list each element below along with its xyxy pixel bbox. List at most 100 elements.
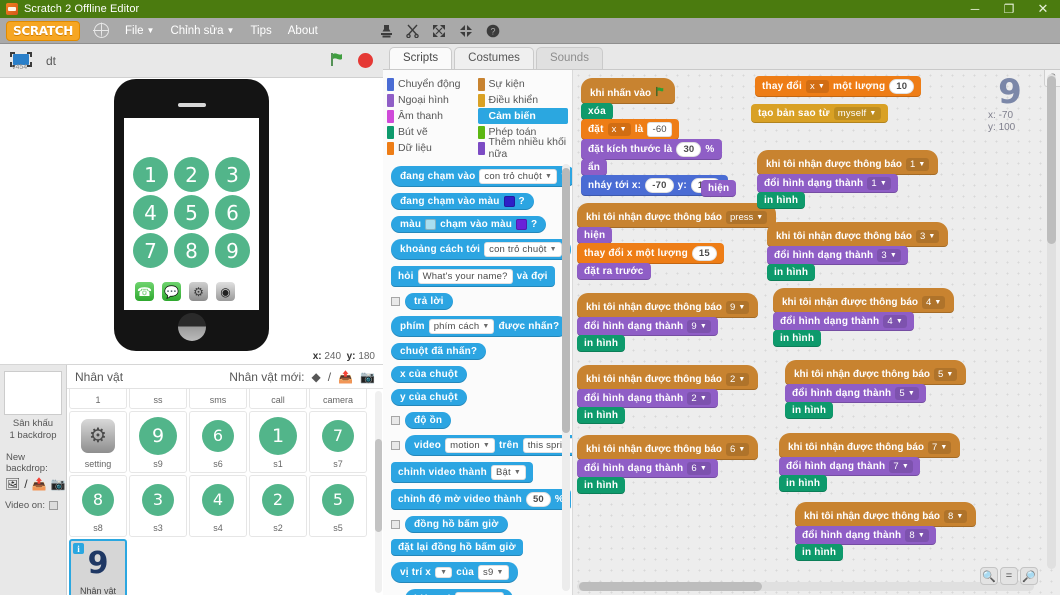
script-block-looks[interactable]: đổi hình dạng thành 4 ▼ [773, 312, 914, 331]
menu-tips[interactable]: Tips [250, 25, 271, 37]
tab-scripts[interactable]: Scripts [389, 47, 453, 69]
green-flag-icon[interactable] [329, 51, 346, 71]
script-block-data[interactable]: thay đổi x ▼ một lượng 10 [755, 76, 922, 97]
palette-block-loudness[interactable]: độ ồn [405, 412, 452, 429]
maximize-button[interactable]: ❐ [992, 0, 1026, 18]
script-block-events[interactable]: khi tôi nhận được thông báo 4 ▼ [773, 288, 955, 313]
keypad-key[interactable]: 2 [174, 157, 209, 192]
script-block-events[interactable]: khi tôi nhận được thông báo 3 ▼ [767, 222, 949, 247]
block-dropdown[interactable]: 2 ▼ [726, 373, 750, 386]
sprite-grid[interactable]: 1 ss sms call camera ⚙ setting 9 s9 6 s6… [67, 389, 383, 595]
script-block-looks[interactable]: đổi hình dạng thành 3 ▼ [767, 246, 908, 265]
small-stage-icon[interactable]: v454 [10, 51, 32, 71]
block-dropdown[interactable]: s9 ▼ [478, 565, 509, 580]
category-sensing[interactable]: Cảm biến [477, 108, 568, 124]
camera-icon[interactable]: 📷 [51, 477, 66, 491]
paintbrush-icon[interactable]: / [24, 477, 27, 491]
script-block-events[interactable]: khi tôi nhận được thông báo 6 ▼ [577, 435, 759, 460]
backdrop-library-icon[interactable]: 🖼 [5, 477, 20, 491]
scripts-canvas[interactable]: khi nhấn vào xóa đặt x ▼ là -60 đặt kích thước … [573, 70, 1060, 595]
tab-sounds[interactable]: Sounds [535, 47, 603, 69]
script-block-events[interactable]: khi tôi nhận được thông báo 8 ▼ [795, 502, 977, 527]
block-dropdown[interactable]: 1 ▼ [867, 177, 891, 190]
block-dropdown[interactable]: phím cách ▼ [428, 319, 495, 334]
sprite-item-s4[interactable]: 4 s4 [189, 475, 247, 537]
script-block-pen[interactable]: in hình [757, 192, 806, 209]
help-icon[interactable]: ? [486, 24, 500, 38]
stage-canvas[interactable]: 1 2 3 4 5 6 7 8 9 ☎ 💬 ⚙ ◉ x: 240 y: 180 [0, 78, 383, 365]
watcher-checkbox[interactable] [391, 441, 400, 450]
script-block-events[interactable]: khi tôi nhận được thông báo 7 ▼ [779, 433, 961, 458]
new-sprite-paint-icon[interactable]: / [328, 370, 331, 384]
script-block-pen[interactable]: in hình [773, 330, 822, 347]
script-block-looks[interactable]: đổi hình dạng thành 8 ▼ [795, 526, 936, 545]
sms-app-icon[interactable]: 💬 [162, 282, 181, 301]
keypad-key[interactable]: 5 [174, 195, 209, 230]
script-block-events[interactable]: khi tôi nhận được thông báo press ▼ [577, 203, 777, 228]
block-dropdown[interactable]: motion ▼ [445, 438, 495, 453]
sprite-item-s9[interactable]: 9 s9 [129, 411, 187, 473]
block-dropdown[interactable]: ▼ [435, 567, 453, 578]
palette-block-current[interactable]: hiện tạiminute▼ [405, 589, 514, 595]
sprite-item-setting[interactable]: ⚙ setting [69, 411, 127, 473]
script-block-pen[interactable]: in hình [785, 402, 834, 419]
sprite-item[interactable]: camera [309, 389, 367, 409]
category-events[interactable]: Sự kiện [477, 76, 569, 92]
upload-icon[interactable]: 📤 [338, 370, 353, 384]
palette-block-distance-to[interactable]: khoảng cách tới con trỏ chuột ▼ [391, 239, 571, 260]
stamp-icon[interactable] [380, 24, 393, 38]
zoom-in-icon[interactable]: 🔎 [1020, 567, 1038, 585]
sprite-item[interactable]: call [249, 389, 307, 409]
script-block-looks[interactable]: hiện [701, 180, 737, 197]
palette-block-mouse-x[interactable]: x của chuột [391, 366, 467, 383]
watcher-checkbox[interactable] [391, 416, 400, 425]
script-block-looks[interactable]: đổi hình dạng thành 1 ▼ [757, 174, 898, 193]
block-input[interactable]: What's your name? [417, 269, 513, 284]
script-block-pen[interactable]: in hình [577, 335, 626, 352]
script-msg-4[interactable]: khi tôi nhận được thông báo 4 ▼ đổi hình dạ… [773, 288, 955, 347]
block-dropdown[interactable]: x ▼ [607, 123, 631, 136]
palette-block-answer[interactable]: trả lời [405, 293, 453, 310]
script-block-looks[interactable]: hiện [577, 227, 613, 244]
script-block-data[interactable]: đặt x ▼ là -60 [581, 119, 679, 140]
script-block-pen[interactable]: in hình [577, 477, 626, 494]
palette-block-color-touching-color[interactable]: màu chạm vào màu? [391, 216, 547, 233]
menu-edit[interactable]: Chỉnh sửa ▼ [170, 25, 234, 37]
upload-icon[interactable]: 📤 [32, 477, 47, 491]
sprite-item-s5[interactable]: 5 s5 [309, 475, 367, 537]
close-button[interactable]: ✕ [1026, 0, 1060, 18]
camera-app-icon[interactable]: ◉ [216, 282, 235, 301]
palette-block-touching[interactable]: đang chạm vàocon trỏ chuột▼? [391, 166, 572, 187]
script-block-pen[interactable]: xóa [581, 103, 613, 120]
palette-block-timer[interactable]: đồng hồ bấm giờ [405, 516, 508, 533]
script-block-pen[interactable]: in hình [577, 407, 626, 424]
script-block-events[interactable]: khi tôi nhận được thông báo 9 ▼ [577, 293, 759, 318]
block-dropdown[interactable]: con trỏ chuột ▼ [484, 242, 562, 257]
palette-block-mouse-y[interactable]: y của chuột [391, 389, 467, 406]
palette-block-touching-color[interactable]: đang chạm vào màu? [391, 193, 534, 210]
sprite-list-scrollbar[interactable] [375, 391, 382, 593]
sprite-item-s8[interactable]: 8 s8 [69, 475, 127, 537]
block-dropdown[interactable]: 5 ▼ [934, 368, 958, 381]
block-number-input[interactable]: 30 [676, 142, 702, 157]
script-block-pen[interactable]: in hình [795, 544, 844, 561]
sprite-item-s1[interactable]: 1 s1 [249, 411, 307, 473]
palette-block-key-pressed[interactable]: phím phím cách ▼ được nhấn? [391, 316, 569, 337]
watcher-checkbox[interactable] [391, 297, 400, 306]
color-swatch[interactable] [503, 196, 515, 207]
block-dropdown[interactable]: 6 ▼ [687, 462, 711, 475]
category-control[interactable]: Điều khiển [477, 92, 569, 108]
block-number-input[interactable]: 15 [691, 246, 717, 261]
keypad-key[interactable]: 8 [174, 233, 209, 268]
script-block-control[interactable]: tạo bản sao từ myself ▼ [751, 104, 888, 123]
palette-scrollbar[interactable] [562, 164, 570, 591]
sprite-item[interactable]: ss [129, 389, 187, 409]
video-on-checkbox[interactable] [48, 501, 58, 510]
block-number-input[interactable]: 50 [525, 492, 551, 507]
block-dropdown[interactable]: 6 ▼ [726, 443, 750, 456]
script-msg-9[interactable]: khi tôi nhận được thông báo 9 ▼ đổi hình dạ… [577, 293, 759, 352]
watcher-checkbox[interactable] [391, 520, 400, 529]
script-msg-6[interactable]: khi tôi nhận được thông báo 6 ▼ đổi hình dạ… [577, 435, 759, 494]
script-block-looks[interactable]: đổi hình dạng thành 5 ▼ [785, 384, 926, 403]
block-dropdown[interactable]: 9 ▼ [726, 301, 750, 314]
